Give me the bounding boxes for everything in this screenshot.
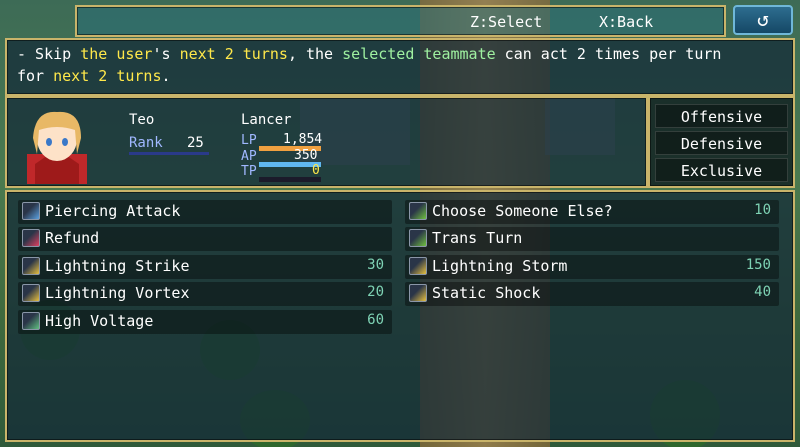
tp-gauge	[259, 177, 321, 182]
lightning-icon	[409, 256, 427, 275]
skill-item[interactable]: Choose Someone Else? 10	[405, 200, 779, 224]
skill-name: Lightning Storm	[432, 256, 568, 275]
rank-label: Rank	[129, 135, 163, 151]
skill-name: Piercing Attack	[45, 202, 181, 220]
skill-name: Refund	[45, 229, 100, 248]
category-offensive[interactable]: Offensive	[655, 104, 788, 128]
description-segment: 's	[152, 45, 180, 63]
skill-cost: 30	[367, 256, 384, 273]
heart-icon	[22, 229, 40, 248]
description-segment: for	[17, 67, 54, 85]
skill-item[interactable]: Static Shock 40	[405, 282, 779, 307]
rank-value: 25	[187, 135, 204, 151]
tp-label: TP	[241, 164, 257, 179]
description-segment: next 2 turns	[179, 45, 288, 63]
lightning-icon	[409, 284, 427, 303]
skill-cost: 40	[754, 284, 771, 301]
skill-item[interactable]: Piercing Attack	[18, 200, 392, 224]
skill-cost: 10	[754, 202, 771, 218]
boot-icon	[409, 202, 427, 220]
skill-name: Static Shock	[432, 284, 541, 303]
description-segment: next 2 turns	[53, 67, 162, 85]
rank-bar	[129, 152, 209, 155]
skill-cost: 60	[367, 311, 384, 328]
skill-list-window: Piercing Attack Refund Lightning Strike 30 L…	[5, 190, 795, 442]
category-exclusive[interactable]: Exclusive	[655, 158, 788, 182]
skill-item[interactable]: Refund	[18, 227, 392, 252]
ap-value: 350	[294, 148, 318, 163]
skill-cost: 150	[745, 256, 771, 273]
help-bar: Z:Select X:Back	[75, 5, 726, 37]
select-hint: Z:Select	[470, 13, 543, 31]
back-hint: X:Back	[599, 13, 654, 31]
description-segment: - Skip	[17, 45, 81, 63]
tp-value: 0	[312, 163, 320, 178]
skill-item[interactable]: High Voltage 60	[18, 309, 392, 334]
skill-name: Choose Someone Else?	[432, 202, 613, 220]
actor-portrait	[27, 111, 87, 184]
skill-name: High Voltage	[45, 311, 154, 330]
skill-item[interactable]: Lightning Strike 30	[18, 254, 392, 279]
actor-status-window: Teo Rank 25 Lancer LP 1,854 AP 350 TP 0	[5, 96, 648, 188]
skill-item[interactable]: Trans Turn	[405, 227, 779, 252]
skill-name: Lightning Vortex	[45, 284, 190, 303]
actor-class: Lancer	[241, 112, 292, 128]
description-segment: , the	[287, 45, 343, 63]
ap-label: AP	[241, 149, 257, 164]
voltage-icon	[22, 311, 40, 330]
back-button[interactable]: ↺	[733, 5, 793, 35]
actor-name: Teo	[129, 112, 155, 128]
back-arrow-icon: ↺	[756, 7, 770, 31]
skill-cost: 20	[367, 284, 384, 301]
category-defensive[interactable]: Defensive	[655, 131, 788, 155]
description-line-2: for next 2 turns.	[17, 67, 171, 85]
skill-item[interactable]: Lightning Storm 150	[405, 254, 779, 279]
spear-icon	[22, 202, 40, 220]
skill-name: Lightning Strike	[45, 256, 190, 275]
description-segment: the user	[80, 45, 153, 63]
skill-item[interactable]: Lightning Vortex 20	[18, 282, 392, 307]
lightning-icon	[22, 256, 40, 275]
description-segment: can act 2 times per turn	[495, 45, 722, 63]
boot-icon	[409, 229, 427, 248]
description-segment: .	[161, 67, 171, 85]
skill-type-window: Offensive Defensive Exclusive	[648, 96, 795, 188]
lp-label: LP	[241, 133, 257, 148]
help-window: - Skip the user's next 2 turns, the sele…	[5, 38, 795, 96]
description-line-1: - Skip the user's next 2 turns, the sele…	[17, 45, 721, 63]
lp-value: 1,854	[283, 132, 323, 147]
description-segment: selected teammate	[342, 45, 496, 63]
skill-name: Trans Turn	[432, 229, 523, 248]
lightning-icon	[22, 284, 40, 303]
